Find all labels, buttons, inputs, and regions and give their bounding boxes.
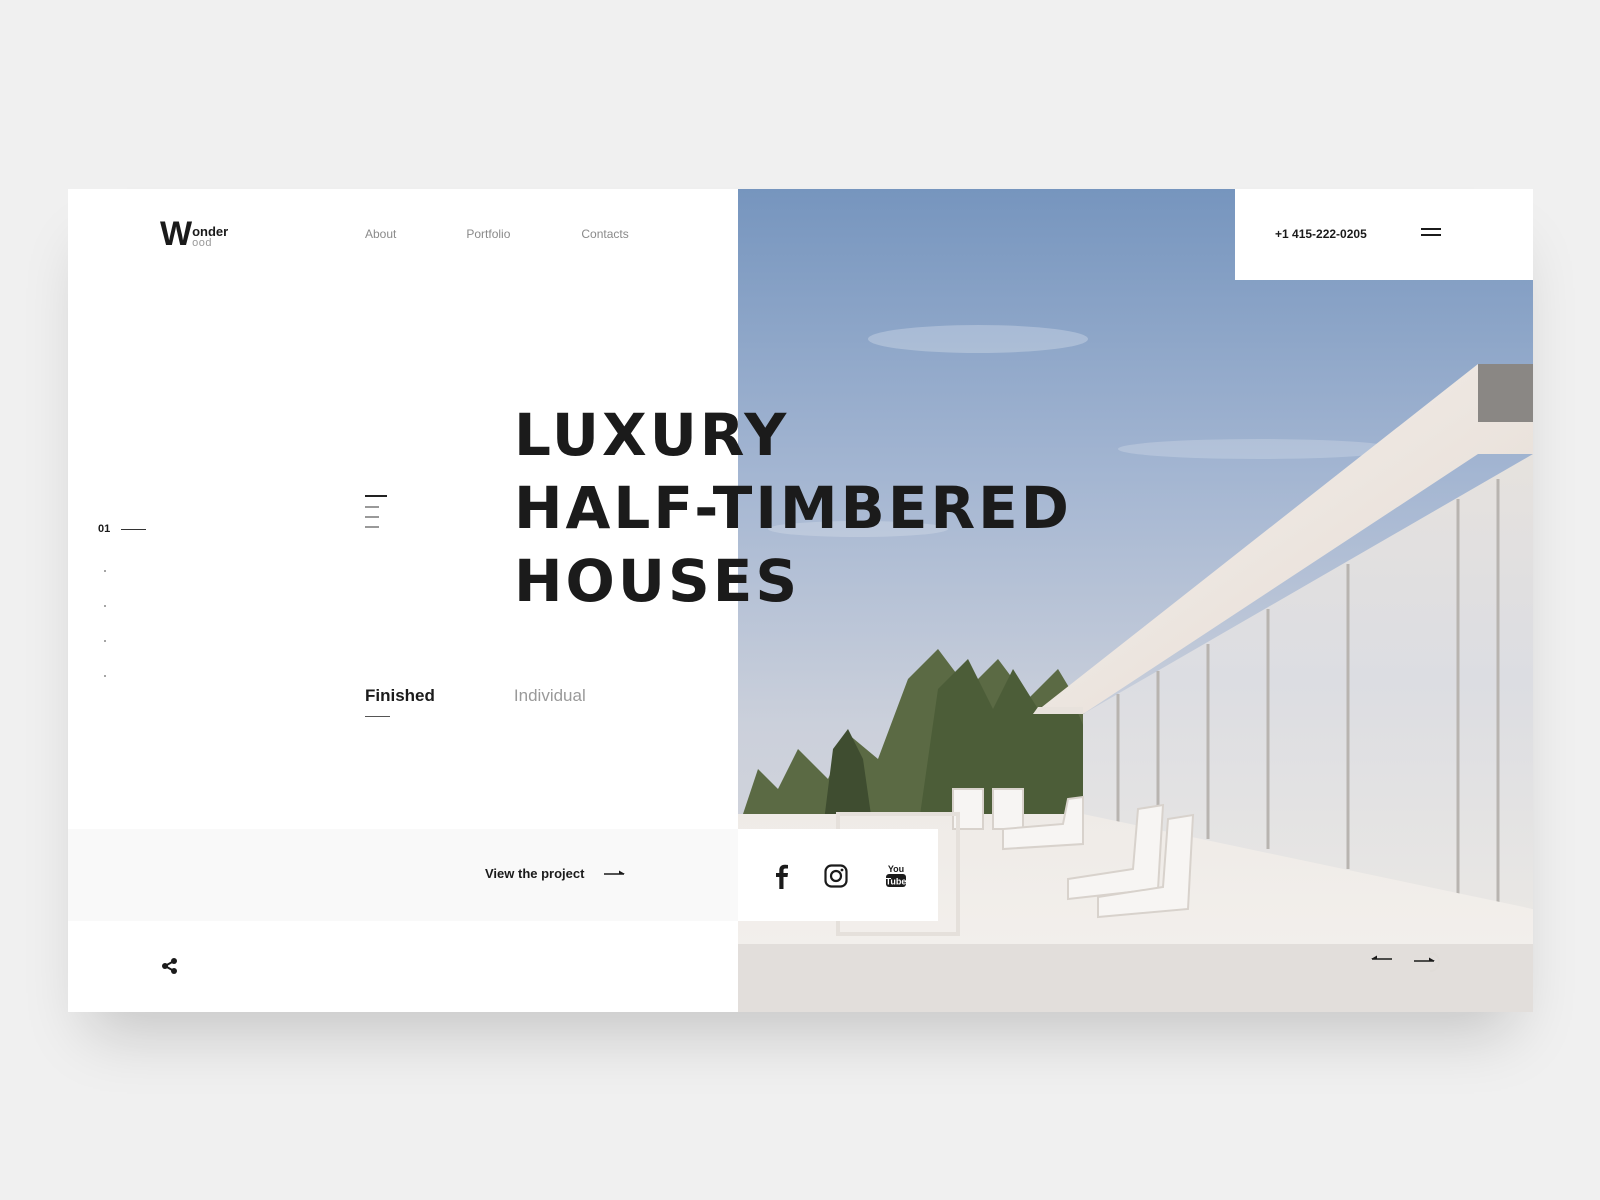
- share-icon[interactable]: [161, 957, 179, 975]
- slide-dot-5[interactable]: [104, 675, 106, 677]
- svg-text:You: You: [888, 864, 904, 874]
- slide-dot-3[interactable]: [104, 605, 106, 607]
- youtube-icon[interactable]: You Tube: [884, 863, 908, 889]
- arrow-right-icon: [604, 870, 626, 875]
- slide-dot-4[interactable]: [104, 640, 106, 642]
- project-tabs: Finished Individual: [365, 686, 586, 717]
- facebook-icon[interactable]: [770, 863, 794, 889]
- logo-word-bottom: ood: [192, 237, 212, 249]
- tab-finished[interactable]: Finished: [365, 686, 435, 717]
- cta-band: [68, 829, 738, 921]
- logo[interactable]: W onder ood: [160, 215, 228, 253]
- contact-box: +1 415-222-0205: [1235, 189, 1533, 280]
- main-nav: About Portfolio Contacts: [365, 227, 699, 241]
- view-project-button[interactable]: View the project: [485, 866, 626, 881]
- hero-title: LUXURY HALF-TIMBERED HOUSES: [514, 401, 1072, 615]
- slider-next-arrow-icon[interactable]: [1414, 951, 1444, 973]
- logo-letter: W: [160, 215, 192, 253]
- nav-item-contacts[interactable]: Contacts: [581, 227, 628, 241]
- slide-number: 01: [98, 523, 111, 535]
- slide-counter: 01: [98, 523, 147, 535]
- social-links: You Tube: [738, 829, 938, 921]
- list-lines-icon: [365, 495, 389, 535]
- phone-number[interactable]: +1 415-222-0205: [1275, 227, 1367, 241]
- nav-item-portfolio[interactable]: Portfolio: [466, 227, 510, 241]
- nav-item-about[interactable]: About: [365, 227, 396, 241]
- tab-individual[interactable]: Individual: [514, 686, 586, 706]
- slide-indicator-line: [121, 528, 147, 530]
- active-tab-underline: [365, 716, 390, 717]
- hamburger-menu-icon[interactable]: [1421, 228, 1441, 240]
- hero-card: W onder ood About Portfolio Contacts 01 …: [68, 189, 1533, 1012]
- slide-dot-2[interactable]: [104, 570, 106, 572]
- svg-text:Tube: Tube: [886, 877, 907, 887]
- instagram-icon[interactable]: [824, 863, 848, 889]
- slider-prev-arrow-icon[interactable]: [1370, 954, 1392, 964]
- view-project-label: View the project: [485, 866, 585, 881]
